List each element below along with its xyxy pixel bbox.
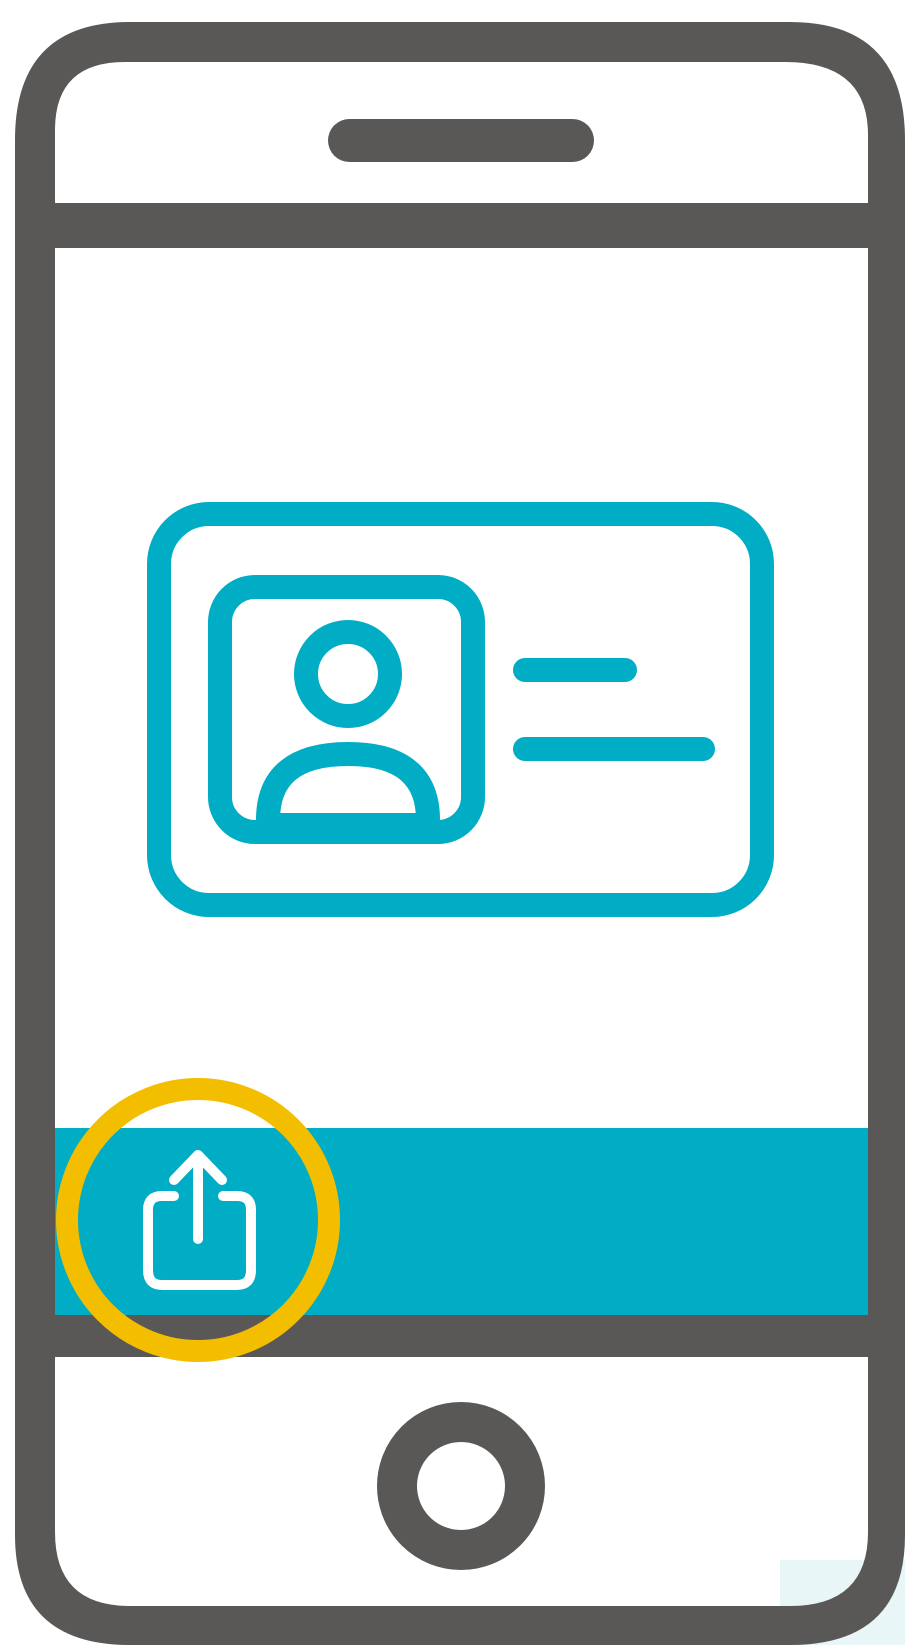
id-card-outline <box>147 502 774 917</box>
home-button-icon <box>377 1402 545 1570</box>
id-card-icon <box>147 502 774 917</box>
speaker-slot-icon <box>328 119 594 162</box>
illustration-canvas <box>0 0 905 1645</box>
avatar-shoulders <box>256 741 440 821</box>
home-button[interactable] <box>377 1402 545 1570</box>
avatar-head <box>294 620 402 728</box>
phone-illustration <box>15 22 905 1645</box>
